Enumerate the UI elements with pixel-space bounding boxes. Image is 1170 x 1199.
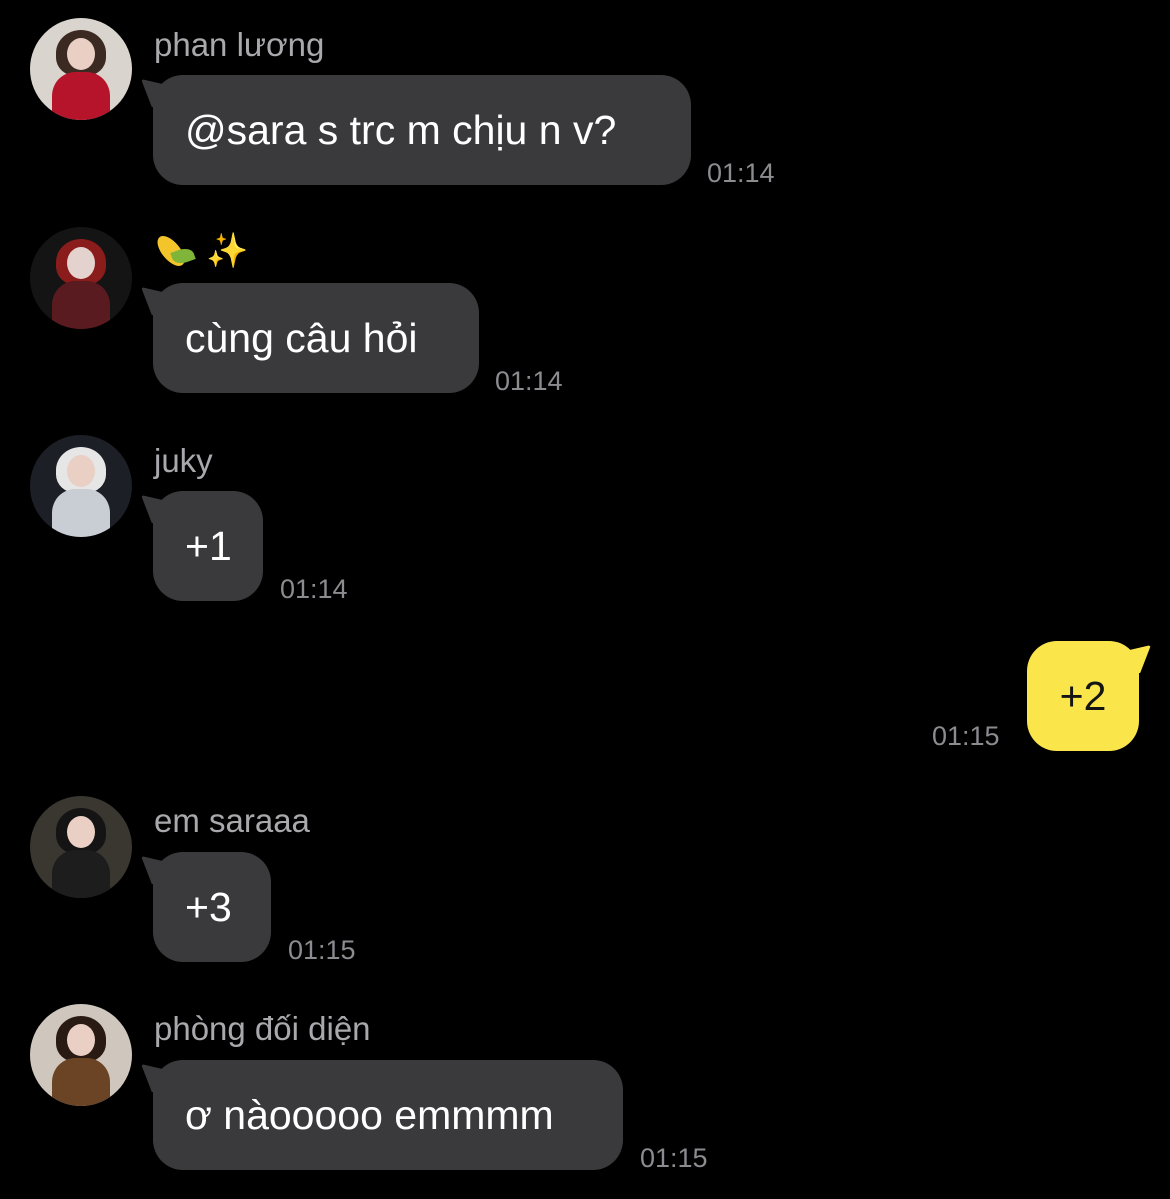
avatar-phong-doi-dien[interactable] bbox=[30, 1004, 132, 1106]
message-text: ơ nàooooo emmmm bbox=[185, 1092, 554, 1138]
avatar-corn-sparkles[interactable] bbox=[30, 227, 132, 329]
sender-name: em saraaa bbox=[154, 802, 310, 839]
message-text: cùng câu hỏi bbox=[185, 315, 418, 361]
message-timestamp: 01:14 bbox=[495, 366, 563, 396]
message-timestamp: 01:15 bbox=[640, 1143, 708, 1173]
chat-message-list[interactable]: phan lương @sara s trc m chịu n v? 01:14… bbox=[0, 0, 1170, 1199]
message-timestamp: 01:14 bbox=[707, 158, 775, 188]
avatar-em-saraaa[interactable] bbox=[30, 796, 132, 898]
sender-name: phòng đối diện bbox=[154, 1010, 371, 1047]
message-text: @sara s trc m chịu n v? bbox=[185, 107, 617, 153]
message-timestamp: 01:14 bbox=[280, 574, 348, 604]
avatar-phan-luong[interactable] bbox=[30, 18, 132, 120]
sender-name: juky bbox=[154, 442, 213, 479]
message-bubble[interactable]: ơ nàooooo emmmm bbox=[153, 1060, 623, 1170]
message-bubble[interactable]: cùng câu hỏi bbox=[153, 283, 479, 393]
outgoing-message-bubble[interactable]: +2 bbox=[1027, 641, 1139, 751]
corn-icon bbox=[152, 229, 198, 273]
message-bubble[interactable]: +3 bbox=[153, 852, 271, 962]
message-text: +1 bbox=[185, 523, 232, 569]
message-text: +2 bbox=[1059, 673, 1107, 719]
message-bubble[interactable]: @sara s trc m chịu n v? bbox=[153, 75, 691, 185]
message-timestamp: 01:15 bbox=[932, 721, 1000, 751]
message-bubble[interactable]: +1 bbox=[153, 491, 263, 601]
avatar-juky[interactable] bbox=[30, 435, 132, 537]
message-text: +3 bbox=[185, 884, 232, 930]
sender-name: phan lương bbox=[154, 26, 325, 63]
sparkles-icon: ✨ bbox=[206, 232, 249, 270]
message-timestamp: 01:15 bbox=[288, 935, 356, 965]
sender-name-emoji: ✨ bbox=[152, 229, 249, 273]
